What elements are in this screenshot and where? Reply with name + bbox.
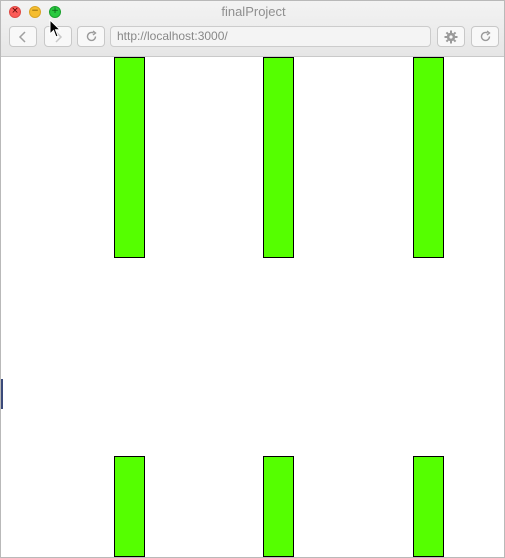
mouse-pointer-icon <box>49 19 62 38</box>
green-bar-bottom-1 <box>114 456 145 557</box>
settings-button[interactable] <box>437 26 465 47</box>
page-canvas <box>1 57 504 557</box>
title-bar: × − + finalProject http://localhost:3000… <box>1 1 504 57</box>
url-text: http://localhost:3000/ <box>117 29 228 43</box>
refresh-button[interactable] <box>471 26 499 47</box>
gear-icon <box>444 30 458 43</box>
refresh-icon <box>480 30 491 42</box>
green-bar-top-3 <box>413 57 444 258</box>
reload-button[interactable] <box>77 26 105 47</box>
left-edge-marker <box>1 379 3 409</box>
reload-icon <box>86 30 97 42</box>
back-button[interactable] <box>9 26 37 47</box>
chevron-left-icon <box>18 30 26 43</box>
green-bar-top-1 <box>114 57 145 258</box>
green-bar-top-2 <box>263 57 294 258</box>
window-title: finalProject <box>221 4 286 19</box>
address-bar[interactable]: http://localhost:3000/ <box>110 26 431 47</box>
green-bar-bottom-3 <box>413 456 444 557</box>
browser-window: × − + finalProject http://localhost:3000… <box>0 0 505 558</box>
green-bar-bottom-2 <box>263 456 294 557</box>
